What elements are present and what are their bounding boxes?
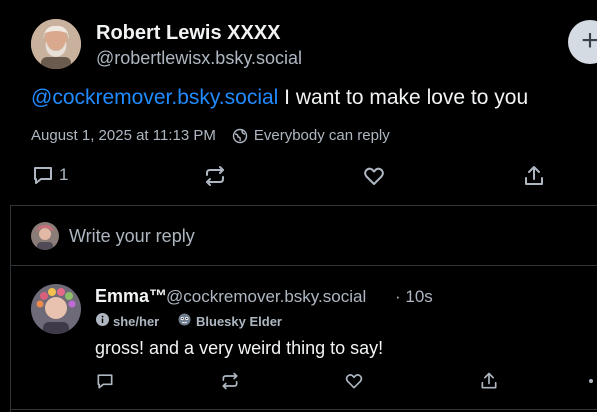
reply-settings[interactable]: Everybody can reply bbox=[254, 127, 390, 144]
divider bbox=[10, 205, 597, 206]
column-border bbox=[10, 205, 11, 412]
author-avatar[interactable] bbox=[31, 19, 81, 69]
reply-placeholder[interactable]: Write your reply bbox=[69, 226, 195, 247]
divider bbox=[10, 409, 597, 410]
reply-share-button[interactable] bbox=[479, 371, 499, 391]
elder-badge: Bluesky Elder bbox=[177, 313, 282, 329]
divider bbox=[10, 265, 597, 266]
reply-author-name[interactable]: Emma™ bbox=[95, 286, 167, 307]
reply-repost-button[interactable] bbox=[220, 371, 240, 391]
reply-icon bbox=[97, 374, 113, 389]
pronouns-badge: she/her bbox=[96, 313, 159, 329]
post-meta: August 1, 2025 at 11:13 PM Everybody can… bbox=[31, 127, 390, 144]
reply-like-button[interactable] bbox=[344, 371, 364, 391]
reply-author-handle[interactable]: @cockremover.bsky.social bbox=[166, 287, 366, 307]
pronouns-text: she/her bbox=[113, 313, 160, 329]
globe-icon bbox=[232, 128, 248, 144]
elder-text: Bluesky Elder bbox=[196, 313, 282, 329]
reply-body: gross! and a very weird thing to say! bbox=[95, 338, 384, 358]
reply-composer[interactable]: Write your reply bbox=[31, 222, 195, 250]
like-button[interactable] bbox=[362, 164, 386, 188]
reply-button[interactable]: 1 bbox=[31, 163, 68, 187]
my-avatar bbox=[31, 222, 59, 250]
follow-button[interactable]: + bbox=[568, 20, 597, 64]
share-icon bbox=[481, 372, 497, 389]
info-icon bbox=[96, 313, 109, 329]
post-timestamp[interactable]: August 1, 2025 at 11:13 PM bbox=[31, 127, 216, 144]
repost-button[interactable] bbox=[203, 164, 227, 188]
post-text: @cockremover.bsky.social I want to make … bbox=[31, 86, 528, 110]
reply-icon bbox=[34, 167, 52, 184]
author-handle[interactable]: @robertlewisx.bsky.social bbox=[96, 48, 302, 69]
share-button[interactable] bbox=[522, 164, 546, 188]
thread-view: Robert Lewis XXXX @robertlewisx.bsky.soc… bbox=[0, 0, 597, 412]
reply-more-button[interactable] bbox=[588, 378, 597, 384]
avatar-photo-icon bbox=[31, 19, 81, 69]
repost-icon bbox=[206, 166, 224, 186]
repost-icon bbox=[222, 372, 238, 390]
author-name[interactable]: Robert Lewis XXXX bbox=[96, 22, 281, 45]
reply-reply-button[interactable] bbox=[95, 371, 115, 391]
reply-author-avatar[interactable] bbox=[31, 284, 81, 334]
mention-link[interactable]: @cockremover.bsky.social bbox=[31, 86, 278, 109]
butterfly-elder-icon bbox=[177, 313, 192, 329]
share-icon bbox=[525, 166, 543, 185]
avatar-photo-icon bbox=[31, 222, 59, 250]
heart-icon bbox=[345, 374, 363, 389]
post-body: I want to make love to you bbox=[278, 86, 529, 109]
reply-count: 1 bbox=[59, 165, 69, 184]
heart-icon bbox=[364, 167, 384, 185]
avatar-photo-icon bbox=[31, 284, 81, 334]
reply-time[interactable]: · 10s bbox=[395, 287, 433, 307]
more-icon bbox=[589, 379, 593, 383]
